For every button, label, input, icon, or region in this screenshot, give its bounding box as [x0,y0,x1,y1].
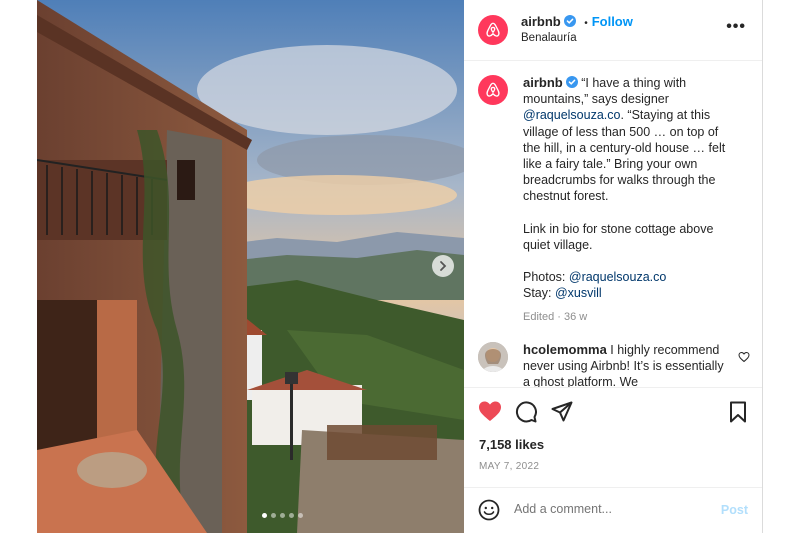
author-avatar[interactable] [478,15,508,45]
post-date: MAY 7, 2022 [479,461,540,472]
more-options-button[interactable]: ••• [726,18,746,36]
like-button[interactable] [478,400,502,427]
likes-count[interactable]: 7,158 likes [479,437,544,452]
share-button[interactable] [551,401,573,428]
post-side-panel: airbnb • Follow Benalauría ••• airbnb “I … [464,0,762,533]
commenter-avatar[interactable] [478,342,508,372]
comment: hcolemomma I highly recommend never usin… [523,342,733,387]
comment-button[interactable] [515,401,537,428]
chevron-right-icon [440,261,447,271]
header-separator: • [584,18,588,29]
share-icon [551,401,573,422]
post-location[interactable]: Benalauría [521,32,577,44]
caption-paragraph: Link in bio for stone cottage above quie… [523,221,714,252]
emoji-icon [478,499,500,521]
post-header: airbnb • Follow Benalauría ••• [464,0,762,61]
carousel-dot [298,513,303,518]
mention-link[interactable]: @xusvill [555,286,602,300]
comment-icon [515,401,537,423]
caption-photos-label: Photos: [523,270,569,285]
caption-avatar[interactable] [478,75,508,105]
caption-stay-label: Stay: [523,286,555,301]
village-mountain-photo [37,0,464,533]
caption-meta: Edited · 36 w [523,311,588,324]
post-caption: airbnb “I have a thing with mountains,” … [523,75,733,326]
caption-scroll-area[interactable]: airbnb “I have a thing with mountains,” … [464,60,762,387]
save-button[interactable] [729,401,747,428]
post-age: 36 w [563,311,588,324]
caption-text-part: . “Staying at this village of less than … [523,108,726,204]
carousel-dot [271,513,276,518]
carousel-dot [289,513,294,518]
caption-username[interactable]: airbnb [523,75,563,90]
edited-label: Edited [523,311,555,324]
next-photo-button[interactable] [432,255,454,277]
like-comment-button[interactable] [738,350,750,368]
commenter-avatar-image [478,342,508,372]
author-username[interactable]: airbnb [521,14,561,29]
action-bar: 7,158 likes MAY 7, 2022 [464,387,762,488]
emoji-button[interactable] [478,499,500,526]
comment-username[interactable]: hcolemomma [523,342,607,357]
airbnb-logo-icon [486,82,500,97]
post-comment-button[interactable]: Post [721,503,748,517]
carousel-dot [262,513,267,518]
airbnb-logo-icon [486,22,500,37]
add-comment-bar: Post [464,487,762,534]
carousel-dots [262,513,303,518]
heart-icon [479,401,501,421]
bookmark-icon [730,401,746,423]
follow-button[interactable]: Follow [592,14,633,29]
verified-badge-icon [565,76,578,88]
mention-link[interactable]: @raquelsouza.co [523,108,620,122]
mention-link[interactable]: @raquelsouza.co [569,270,666,284]
carousel-dot [280,513,285,518]
post-photo[interactable] [37,0,464,533]
add-comment-input[interactable] [514,502,694,516]
verified-badge-icon [563,15,576,27]
heart-outline-icon [738,351,750,363]
